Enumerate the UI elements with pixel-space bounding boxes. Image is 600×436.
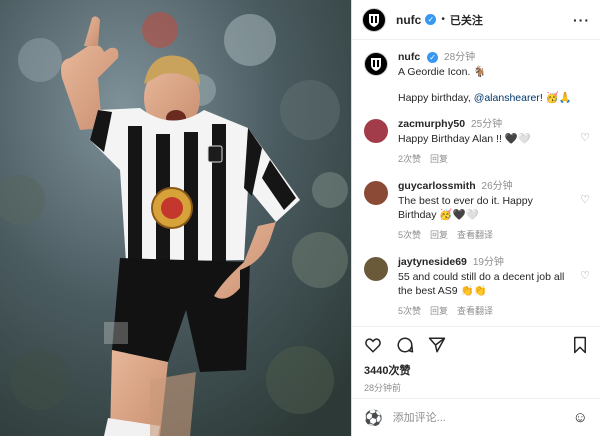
likes-count[interactable]: 3440次赞 [364,362,588,378]
like-comment-heart-icon[interactable]: ♡ [580,269,590,318]
club-crest-icon [369,13,379,27]
caption-line-2-prefix: Happy birthday, [398,92,474,104]
comment-text: The best to ever do it. Happy Birthday 🥳… [398,195,533,221]
caption-line-1: A Geordie Icon. 🐐 [398,66,487,78]
comment-time: 25分钟 [471,119,503,130]
commenter-avatar[interactable] [364,257,388,281]
commenter-avatar[interactable] [364,119,388,143]
mention-link[interactable]: @alanshearer [474,92,540,104]
comment-username[interactable]: zacmurphy50 [398,118,465,130]
comment-likes[interactable]: 5次赞 [398,228,421,242]
post-author-username[interactable]: nufc [396,13,421,27]
reply-button[interactable]: 回复 [430,228,448,242]
comment-item: guycarlossmith 26分钟 The best to ever do … [352,166,600,242]
see-translation-button[interactable]: 查看翻译 [457,228,493,242]
comment-item: zacmurphy50 25分钟 Happy Birthday Alan !! … [352,105,600,166]
comment-time: 19分钟 [472,257,504,268]
comment-item: jaytyneside69 19分钟 55 and could still do… [352,242,600,318]
comment-text: 55 and could still do a decent job all t… [398,271,565,297]
comments-feed[interactable]: nufc ✓ 28分钟 A Geordie Icon. 🐐 Happy birt… [352,41,600,324]
add-comment-bar: ⚽ ☺ [352,398,600,436]
nufc-avatar[interactable] [362,7,386,32]
reply-button[interactable]: 回复 [430,304,448,318]
comment-likes[interactable]: 5次赞 [398,304,421,318]
comment-username[interactable]: jaytyneside69 [398,256,467,268]
post-actions: 3440次赞 28分钟前 [352,326,600,394]
club-crest-icon [371,58,381,71]
posted-time: 28分钟前 [364,383,402,393]
like-comment-heart-icon[interactable]: ♡ [580,193,590,242]
see-translation-button[interactable]: 查看翻译 [457,304,493,318]
like-heart-icon[interactable] [364,336,382,354]
emoji-picker-icon[interactable]: ☺ [573,409,588,426]
comment-bubble-icon[interactable] [396,336,414,354]
following-button[interactable]: 已关注 [450,12,483,28]
user-avatar-icon: ⚽ [364,409,383,427]
like-comment-heart-icon[interactable]: ♡ [580,131,590,166]
nufc-caption-avatar[interactable] [364,52,388,76]
post-photo[interactable] [0,0,351,436]
caption-line-2-suffix: ! 🥳🙏 [539,92,572,104]
caption-username[interactable]: nufc [398,51,420,63]
comment-username[interactable]: guycarlossmith [398,180,476,192]
add-comment-input[interactable] [392,411,573,424]
commenter-avatar[interactable] [364,181,388,205]
save-bookmark-icon[interactable] [572,336,588,354]
comment-text: Happy Birthday Alan !! 🖤🤍 [398,133,531,145]
verified-badge-icon: ✓ [425,14,437,25]
caption-line-2: Happy birthday, @alanshearer! 🥳🙏 [398,91,590,105]
verified-badge-icon: ✓ [427,52,439,63]
share-paper-plane-icon[interactable] [428,336,446,354]
player-photo-illustration [0,0,351,436]
separator-dot: • [441,14,445,25]
caption-time: 28分钟 [444,52,476,63]
reply-button[interactable]: 回复 [430,152,448,166]
comment-likes[interactable]: 2次赞 [398,152,421,166]
post-caption: nufc ✓ 28分钟 A Geordie Icon. 🐐 Happy birt… [352,41,600,105]
comment-time: 26分钟 [481,181,513,192]
more-options-icon[interactable]: ··· [573,12,590,28]
post-header: nufc ✓ • 已关注 ··· [352,0,600,40]
post-side-panel: nufc ✓ • 已关注 ··· nufc ✓ 28分钟 A Geordie I… [351,0,600,436]
